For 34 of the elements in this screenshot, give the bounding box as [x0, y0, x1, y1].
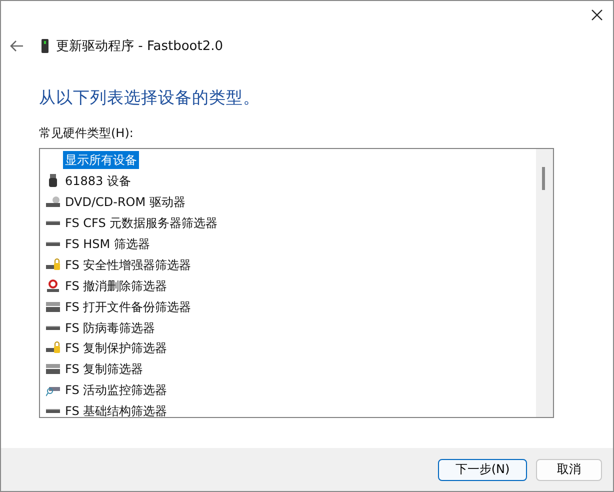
scrollbar[interactable] — [536, 149, 553, 417]
close-icon[interactable] — [591, 9, 603, 21]
cancel-button[interactable]: 取消 — [536, 458, 602, 480]
drive-restore-icon — [46, 278, 60, 293]
drive-icon — [46, 242, 60, 246]
back-icon[interactable] — [10, 40, 24, 52]
drive-lock-icon — [46, 341, 60, 356]
hardware-type-item[interactable]: DVD/CD-ROM 驱动器 — [63, 193, 188, 212]
hardware-type-item[interactable]: FS 撤消删除筛选器 — [63, 276, 170, 295]
list-label: 常见硬件类型(H): — [39, 125, 134, 142]
hardware-type-item[interactable]: FS 防病毒筛选器 — [63, 318, 158, 337]
drive-icon — [46, 409, 60, 414]
window-title: 更新驱动程序 - Fastboot2.0 — [56, 38, 224, 55]
drive-icon — [46, 326, 60, 330]
usb-plug-icon — [46, 174, 60, 188]
drive-lock-icon — [46, 258, 60, 272]
scrollbar-thumb[interactable] — [542, 167, 545, 190]
hardware-type-item[interactable]: FS 复制筛选器 — [63, 360, 146, 378]
hardware-type-item[interactable]: FS 复制保护筛选器 — [63, 339, 170, 358]
instruction-heading: 从以下列表选择设备的类型。 — [39, 87, 261, 109]
dvd-drive-icon — [46, 195, 60, 210]
hardware-type-item[interactable]: FS HSM 筛选器 — [63, 235, 152, 253]
hardware-type-item[interactable]: FS 打开文件备份筛选器 — [63, 298, 194, 316]
hardware-type-item[interactable]: FS 安全性增强器筛选器 — [63, 256, 194, 274]
hardware-type-item[interactable]: FS 活动监控筛选器 — [63, 381, 170, 400]
drive-stack-icon — [46, 362, 60, 376]
hardware-type-item[interactable]: 显示所有设备 — [63, 151, 139, 170]
next-button[interactable]: 下一步(N) — [438, 458, 527, 480]
device-icon — [41, 39, 49, 53]
drive-icon — [46, 221, 60, 226]
drive-stack-icon — [46, 300, 60, 314]
hardware-type-item[interactable]: FS CFS 元数据服务器筛选器 — [63, 214, 220, 232]
hardware-type-item[interactable]: 61883 设备 — [63, 172, 133, 190]
hardware-type-item[interactable]: FS 基础结构筛选器 — [63, 402, 170, 417]
